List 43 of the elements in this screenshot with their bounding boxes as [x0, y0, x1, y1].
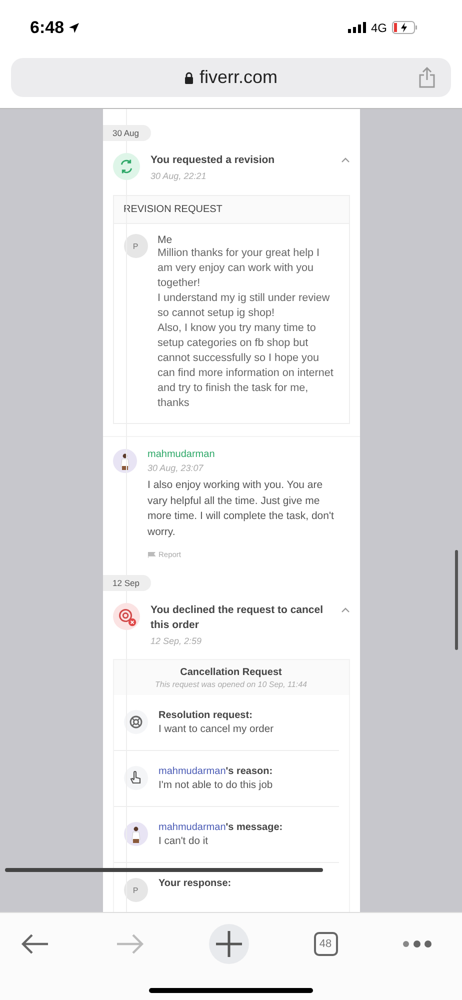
item-text: I'm not able to do this job — [158, 780, 273, 791]
panel-heading: Cancellation Request — [179, 667, 283, 678]
forward-button[interactable] — [114, 932, 144, 956]
more-button[interactable] — [402, 940, 432, 948]
network-label: 4G — [370, 20, 387, 34]
author-name: Me — [158, 234, 174, 246]
date-chip: 12 Sep — [102, 575, 152, 591]
item-label: Your response: — [158, 878, 232, 889]
flag-icon — [148, 552, 156, 558]
refresh-icon — [112, 153, 140, 180]
message-text: I also enjoy working with you. You are vary helpful all the time. Just give me more time. I will complete the task, don't worry. — [148, 478, 335, 540]
message-time: 30 Aug, 23:07 — [148, 463, 204, 473]
tabs-button[interactable]: 48 — [314, 932, 338, 956]
event-title: You requested a revision — [150, 153, 276, 168]
address-bar[interactable]: fiverr.com — [11, 58, 451, 97]
back-button[interactable] — [20, 932, 50, 956]
item-label: Resolution request: — [158, 710, 254, 721]
share-icon[interactable] — [419, 67, 435, 88]
location-arrow-icon — [68, 22, 80, 34]
lifebuoy-declined-icon — [112, 603, 140, 630]
new-tab-button[interactable] — [209, 924, 249, 964]
username-link[interactable]: mahmudarman — [158, 766, 226, 777]
clock: 6:48 — [30, 18, 80, 38]
item-text: I want to cancel my order — [158, 724, 274, 735]
event-title: You declined the request to cancel this order — [150, 603, 324, 633]
battery-charging-icon — [392, 21, 418, 34]
user-avatar: P — [124, 234, 148, 258]
request-text: Million thanks for your great help I am very enjoy can work with you together! I understand my ig still under review so cannot setup ig shop! Also, I know you try many time to setup categories on fb shop but cannot successfully so I hope you can find more information on internet and try to finish the task for me, thanks — [158, 246, 334, 411]
date-chip: 30 Aug — [102, 125, 151, 141]
url-text: fiverr.com — [199, 67, 278, 88]
panel-heading: REVISION REQUEST — [114, 196, 348, 224]
username-link[interactable]: mahmudarman — [158, 822, 226, 833]
lock-icon — [184, 72, 194, 84]
chevron-up-icon[interactable] — [340, 157, 350, 163]
user-avatar: P — [124, 878, 148, 902]
event-time: 12 Sep, 2:59 — [150, 636, 203, 646]
chevron-up-icon[interactable] — [340, 607, 350, 613]
item-text: I can't do it — [158, 836, 209, 847]
event-time: 30 Aug, 22:21 — [150, 171, 208, 181]
item-label: mahmudarman's reason: — [158, 766, 273, 777]
item-label: mahmudarman's message: — [158, 822, 283, 833]
panel-subheading: This request was opened on 10 Sep, 11:44 — [154, 680, 308, 689]
signal-icon — [348, 22, 366, 33]
